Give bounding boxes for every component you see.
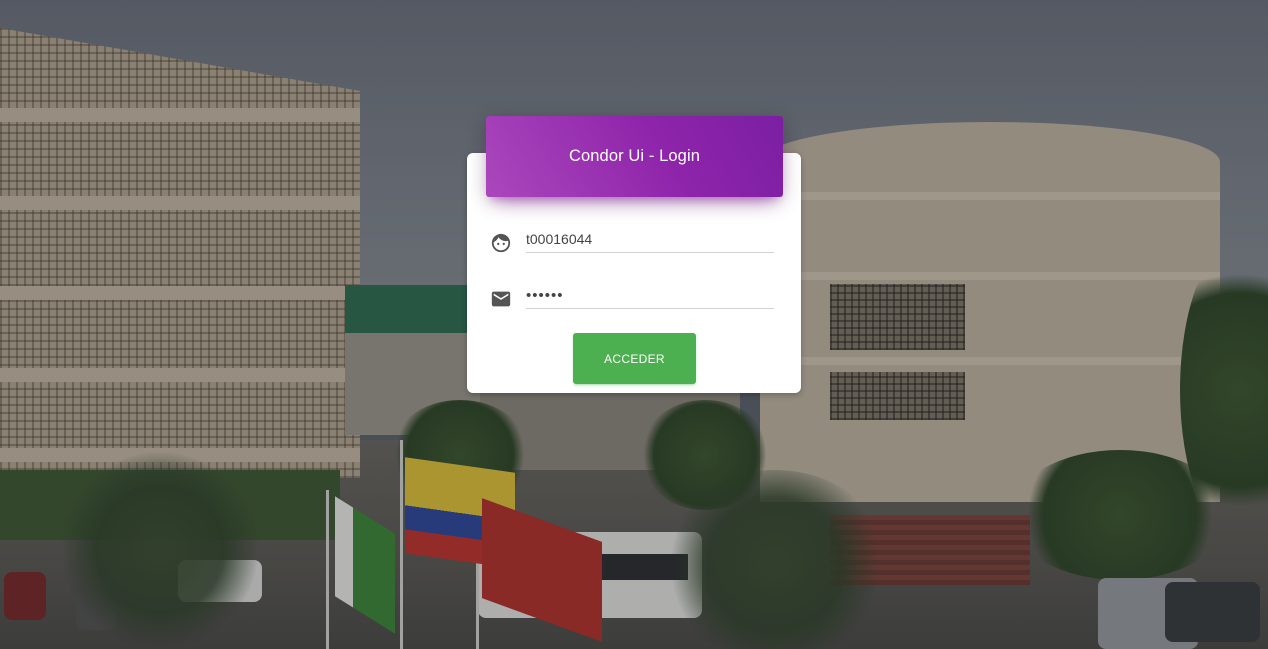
login-card-header: Condor Ui - Login (486, 116, 783, 197)
password-row (490, 282, 774, 312)
username-input[interactable] (526, 226, 774, 253)
face-icon (490, 232, 512, 254)
acceder-button[interactable]: ACCEDER (573, 333, 696, 384)
mail-icon (490, 288, 512, 310)
username-row (490, 226, 774, 256)
login-page: Condor Ui - Login ACCEDER (0, 0, 1268, 649)
login-title: Condor Ui - Login (568, 147, 701, 165)
password-input[interactable] (526, 282, 774, 309)
